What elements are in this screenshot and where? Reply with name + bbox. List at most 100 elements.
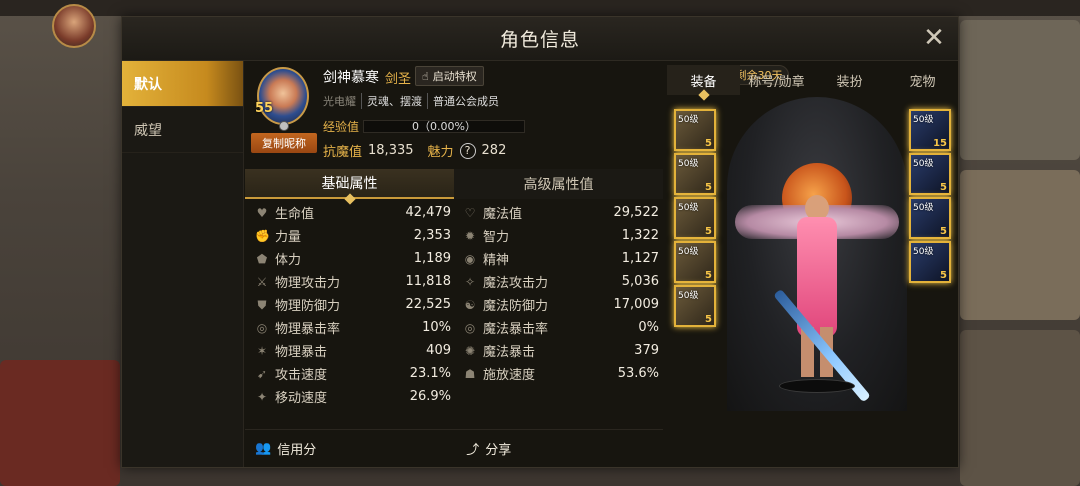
cast-speed-icon: ☗: [464, 366, 476, 381]
title-bar: 角色信息 ✕: [122, 17, 958, 61]
stat-name: 魔法值: [483, 207, 523, 222]
charm-value: 282: [481, 143, 507, 158]
equipment-level: 50级: [678, 159, 699, 169]
stat-name: 体力: [275, 253, 302, 268]
refine-level: 5: [705, 314, 712, 325]
share-button[interactable]: ⤴ 分享: [466, 439, 511, 458]
attack-speed-icon: ➹: [256, 366, 268, 381]
stat-name: 智力: [483, 230, 510, 245]
stat-value: 10%: [422, 320, 451, 335]
stat-row: ☯ 魔法防御力 17,009: [457, 293, 665, 316]
tab-equipment[interactable]: 装备: [667, 65, 740, 95]
stat-name: 施放速度: [483, 368, 536, 383]
copy-nickname-button[interactable]: 复制昵称: [251, 133, 317, 153]
stat-row: ◎ 物理暴击率 10%: [249, 316, 457, 339]
intellect-icon: ✹: [464, 228, 476, 243]
close-icon[interactable]: ✕: [920, 25, 948, 53]
player-name: 剑神慕寒: [323, 70, 379, 86]
privilege-label: 启动特权: [432, 70, 477, 83]
equipment-slot[interactable]: 50级 5: [674, 197, 716, 239]
stat-name: 物理暴击: [275, 345, 328, 360]
magic-crit-rate-icon: ◎: [464, 320, 476, 335]
stat-name: 力量: [275, 230, 302, 245]
help-icon[interactable]: ?: [459, 142, 476, 159]
stat-row: ✊ 力量 2,353: [249, 224, 457, 247]
stats-left-column: ♥ 生命值 42,479 ✊ 力量 2,353 ⬟ 体力 1,189 ⚔ 物理攻击力 11,818 ⛊ 物…: [249, 201, 457, 408]
window-title: 角色信息: [499, 29, 580, 51]
stat-row: ✺ 魔法暴击 379: [457, 339, 665, 362]
stamina-icon: ⬟: [256, 251, 268, 266]
avatar[interactable]: [257, 67, 309, 125]
stat-value: 42,479: [405, 205, 452, 220]
stat-row: ☗ 施放速度 53.6%: [457, 362, 665, 385]
refine-level: 5: [705, 226, 712, 237]
equipment-slot[interactable]: 50级 5: [909, 197, 951, 239]
stat-name: 物理攻击力: [275, 276, 341, 291]
crit-icon: ✶: [256, 343, 268, 358]
stat-row: ♥ 生命值 42,479: [249, 201, 457, 224]
credit-label: 信用分: [277, 443, 317, 458]
tab-basic-attributes[interactable]: 基础属性: [245, 169, 454, 199]
stat-name: 物理防御力: [275, 299, 341, 314]
right-tabs: 装备 称号/勋章 装扮 宠物: [667, 65, 959, 95]
stat-row: ♡ 魔法值 29,522: [457, 201, 665, 224]
stat-name: 魔法攻击力: [483, 276, 549, 291]
exp-bar: 0（0.00%）: [363, 120, 526, 133]
equipment-slot[interactable]: 50级 15: [909, 109, 951, 151]
mana-icon: ♡: [464, 205, 476, 220]
guild-role-tag: 普通公会成员: [433, 95, 499, 108]
equipment-slot[interactable]: 50级 5: [674, 153, 716, 195]
exp-row: 经验值 0（0.00%）: [323, 118, 526, 135]
equipment-level: 50级: [678, 203, 699, 213]
left-nav: 默认 威望: [122, 61, 244, 467]
stat-value: 53.6%: [617, 366, 659, 381]
exp-label: 经验值: [323, 120, 360, 134]
tab-titles[interactable]: 称号/勋章: [740, 65, 813, 95]
people-icon: 👥: [255, 441, 272, 456]
strength-icon: ✊: [255, 228, 270, 243]
refine-level: 5: [940, 226, 947, 237]
equipment-level: 50级: [678, 115, 699, 125]
equipment-slot[interactable]: 50级 5: [909, 153, 951, 195]
profile-section: 55 复制昵称 剑神慕寒 剑圣 ☝ 启动特权 光电耀 灵魂、摆渡 普通公会成员 …: [245, 61, 665, 169]
equipment-level: 50级: [913, 203, 934, 213]
stat-value: 1,322: [621, 228, 659, 243]
nav-item-default[interactable]: 默认: [122, 61, 243, 107]
tab-pet[interactable]: 宠物: [886, 65, 959, 95]
equipment-slot[interactable]: 50级 5: [674, 285, 716, 327]
magic-defense-icon: ☯: [464, 297, 476, 312]
player-class: 剑圣: [385, 72, 412, 87]
anti-magic-label: 抗魔值: [323, 145, 363, 160]
stat-value: 23.1%: [409, 366, 451, 381]
equipment-slot[interactable]: 50级 5: [674, 241, 716, 283]
stat-row: ✧ 魔法攻击力 5,036: [457, 270, 665, 293]
crit-rate-icon: ◎: [256, 320, 268, 335]
stat-value: 2,353: [413, 228, 451, 243]
shield-icon: ⛊: [257, 297, 267, 312]
tab-costume[interactable]: 装扮: [813, 65, 886, 95]
privilege-button[interactable]: ☝ 启动特权: [415, 66, 484, 86]
sword-icon: ⚔: [256, 274, 268, 289]
equipment-slot[interactable]: 50级 5: [674, 109, 716, 151]
stat-value: 0%: [638, 320, 659, 335]
share-label: 分享: [485, 443, 512, 458]
refine-level: 5: [705, 138, 712, 149]
stat-row: ✹ 智力 1,322: [457, 224, 665, 247]
stat-name: 魔法防御力: [483, 299, 549, 314]
map-decoration: [960, 20, 1080, 160]
character-platform: [779, 379, 855, 393]
guild-tag: 灵魂、摆渡: [362, 93, 428, 109]
player-portrait-icon[interactable]: [52, 4, 96, 48]
stat-row: ➹ 攻击速度 23.1%: [249, 362, 457, 385]
anti-magic-value: 18,335: [368, 143, 414, 158]
building-decoration: [960, 170, 1080, 320]
equipment-level: 50级: [913, 115, 934, 125]
tab-advanced-attributes[interactable]: 高级属性值: [454, 169, 663, 199]
nav-item-prestige[interactable]: 威望: [122, 107, 243, 153]
stat-value: 29,522: [613, 205, 660, 220]
move-speed-icon: ✦: [256, 389, 268, 404]
stat-value: 26.9%: [409, 389, 451, 404]
credit-button[interactable]: 👥 信用分: [255, 439, 316, 458]
anti-magic-row: 抗魔值 18,335 魅力 ? 282: [323, 141, 506, 160]
equipment-slot[interactable]: 50级 5: [909, 241, 951, 283]
